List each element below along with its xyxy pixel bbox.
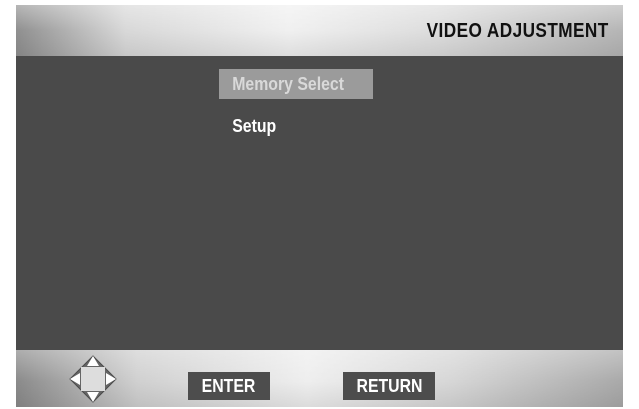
enter-button[interactable]: ENTER (188, 372, 270, 400)
footer-bar: ENTER RETURN (16, 350, 623, 407)
return-button-label: RETURN (356, 376, 422, 396)
enter-button-label: ENTER (202, 376, 256, 396)
page-title: VIDEO ADJUSTMENT (426, 20, 609, 42)
menu-item-memory-select[interactable]: Memory Select (219, 69, 373, 99)
return-button[interactable]: RETURN (343, 372, 435, 400)
dpad-icon (69, 355, 117, 403)
menu-item-setup[interactable]: Setup (219, 111, 285, 141)
header-bar: VIDEO ADJUSTMENT (16, 5, 623, 56)
menu-panel: Memory Select Setup (16, 56, 623, 350)
osd-screen: VIDEO ADJUSTMENT Memory Select Setup ENT… (16, 5, 623, 407)
